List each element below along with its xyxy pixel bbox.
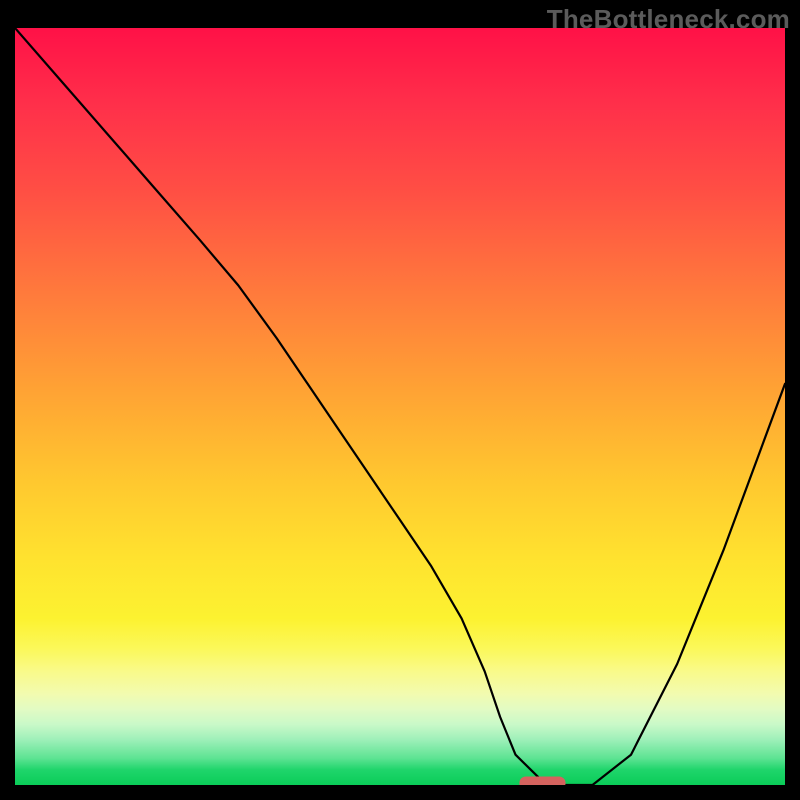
chart-frame: TheBottleneck.com [0, 0, 800, 800]
optimal-range-marker [519, 777, 565, 786]
watermark-text: TheBottleneck.com [547, 4, 790, 35]
chart-overlay [15, 28, 785, 785]
plot-area [15, 28, 785, 785]
bottleneck-curve [15, 28, 785, 785]
